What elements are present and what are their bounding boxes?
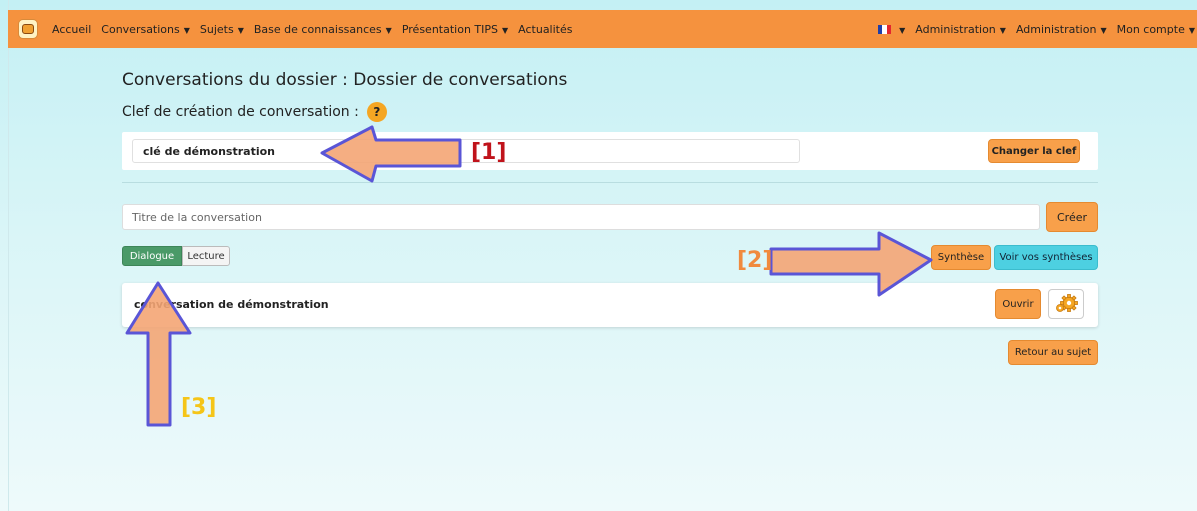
mode-toggle: Dialogue Lecture (122, 246, 230, 266)
nav-presentation-tips[interactable]: Présentation TIPS ▼ (402, 23, 508, 36)
toggle-lecture[interactable]: Lecture (182, 246, 230, 266)
divider (122, 182, 1098, 183)
caret-down-icon: ▼ (899, 25, 906, 35)
nav-sujets[interactable]: Sujets ▼ (200, 23, 244, 36)
voir-syntheses-button[interactable]: Voir vos synthèses (994, 245, 1098, 270)
page-title: Conversations du dossier : Dossier de co… (122, 70, 568, 90)
back-to-subject-button[interactable]: Retour au sujet (1008, 340, 1098, 365)
nav-administration-2[interactable]: Administration ▼ (1016, 23, 1107, 36)
nav-conversations[interactable]: Conversations ▼ (101, 23, 190, 36)
language-selector[interactable]: ▼ (878, 23, 905, 36)
help-icon[interactable]: ? (366, 102, 387, 122)
create-button[interactable]: Créer (1046, 202, 1098, 232)
nav-actualites[interactable]: Actualités (518, 23, 572, 36)
caret-down-icon: ▼ (502, 25, 509, 35)
app-logo-icon[interactable] (18, 19, 38, 39)
conversation-card: conversation de démonstration Ouvrir (122, 283, 1098, 327)
toggle-dialogue[interactable]: Dialogue (122, 246, 182, 266)
synthese-button[interactable]: Synthèse (931, 245, 991, 270)
key-label: Clef de création de conversation : ? (122, 102, 387, 122)
open-button[interactable]: Ouvrir (995, 289, 1041, 319)
caret-down-icon: ▼ (1188, 25, 1195, 35)
key-input[interactable]: clé de démonstration (132, 139, 800, 163)
caret-down-icon: ▼ (237, 25, 244, 35)
nav-base-connaissances[interactable]: Base de connaissances ▼ (254, 23, 392, 36)
caret-down-icon: ▼ (999, 25, 1006, 35)
gears-icon (1056, 294, 1078, 312)
nav-administration-1[interactable]: Administration ▼ (915, 23, 1006, 36)
nav-mon-compte[interactable]: Mon compte ▼ (1117, 23, 1195, 36)
settings-gear-button[interactable] (1048, 289, 1084, 319)
caret-down-icon: ▼ (385, 25, 392, 35)
caret-down-icon: ▼ (1100, 25, 1107, 35)
conversation-title: conversation de démonstration (134, 298, 329, 311)
key-card: clé de démonstration Changer la clef (122, 132, 1098, 170)
annotation-label-2: [2] (737, 248, 773, 273)
caret-down-icon: ▼ (183, 25, 190, 35)
conversation-title-input[interactable]: Titre de la conversation (122, 204, 1040, 230)
french-flag-icon (878, 25, 892, 34)
top-navbar: Accueil Conversations ▼ Sujets ▼ Base de c… (8, 10, 1197, 48)
annotation-label-3: [3] (181, 395, 217, 420)
annotation-label-1: [1] (471, 140, 507, 165)
change-key-button[interactable]: Changer la clef (988, 139, 1080, 163)
nav-accueil[interactable]: Accueil (52, 23, 91, 36)
